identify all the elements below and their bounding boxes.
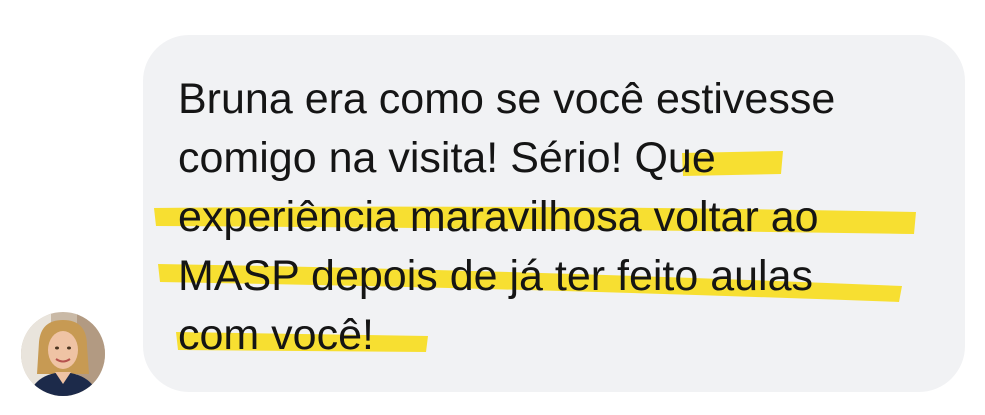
message-text: Bruna era como se você estivesse comigo … <box>178 70 948 365</box>
avatar[interactable] <box>21 312 105 396</box>
message-line: MASP depois de já ter feito aulas <box>178 252 814 300</box>
message-line: comigo na visita! Sério! Que <box>178 134 716 182</box>
avatar-photo <box>21 312 105 396</box>
message-line: com você! <box>178 311 374 359</box>
message-line: experiência maravilhosa voltar ao <box>178 193 819 241</box>
message-line: Bruna era como se você estivesse <box>178 75 836 123</box>
